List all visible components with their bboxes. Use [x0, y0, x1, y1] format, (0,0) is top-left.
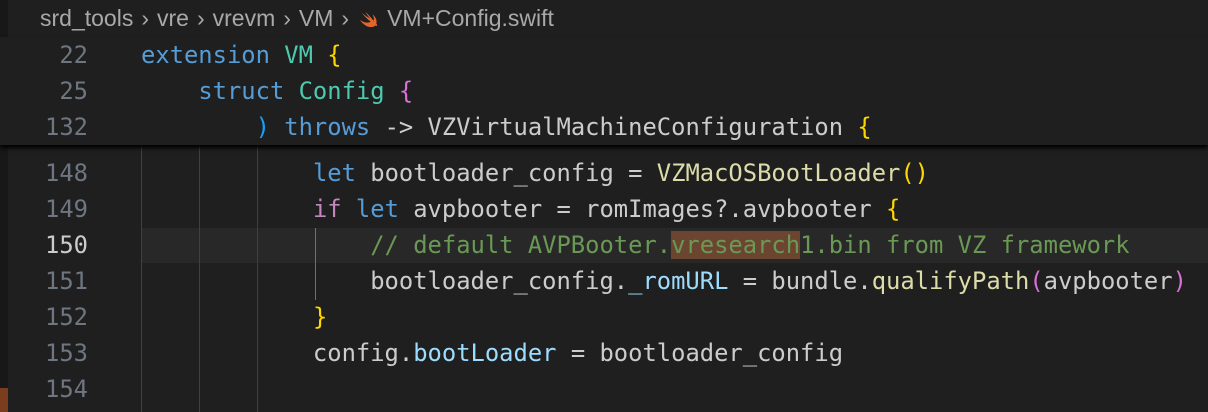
code-token: qualifyPath [871, 267, 1030, 295]
code-token: if [312, 195, 356, 223]
chevron-right-icon: › [341, 5, 350, 31]
line-number: 152 [45, 303, 88, 331]
code-line[interactable]: 149 if let avpbooter = romImages?.avpboo… [0, 191, 1208, 227]
line-number: 148 [45, 159, 88, 187]
code-text: bootloader_config._romURL = bundle.quali… [141, 263, 1187, 299]
breadcrumb-item[interactable]: VM [299, 5, 334, 31]
line-number: 149 [45, 195, 88, 223]
code-token: bootloader_config. [141, 267, 629, 295]
code-token: ( [1029, 267, 1044, 295]
breadcrumb-item[interactable]: srd_tools [40, 5, 133, 31]
code-token: _romURL [628, 267, 729, 295]
code-line[interactable]: 25 struct Config { [0, 73, 1208, 109]
chevron-right-icon: › [196, 5, 205, 31]
code-token: bootloader_config = [355, 159, 657, 187]
line-number: 153 [45, 339, 88, 367]
breadcrumb-item[interactable]: vrevm [213, 5, 276, 31]
code-token: -> VZVirtualMachineConfiguration [370, 113, 858, 141]
code-line[interactable]: 153 config.bootLoader = bootloader_confi… [0, 335, 1208, 371]
code-line[interactable]: 22 extension VM { [0, 37, 1208, 73]
code-token: ) [1172, 267, 1187, 295]
line-number: 132 [45, 113, 88, 141]
code-token: // default AVPBooter. [370, 231, 672, 259]
code-token: throws [269, 113, 371, 141]
code-token: { [857, 113, 872, 141]
code-token: config. [141, 339, 414, 367]
search-match: vresearch [671, 231, 801, 259]
code-token: { [312, 41, 342, 69]
code-token: bootLoader [413, 339, 557, 367]
code-text: config.bootLoader = bootloader_config [141, 335, 843, 371]
code-text: } [141, 299, 327, 335]
code-token: VZMacOSBootLoader [656, 159, 901, 187]
code-text: struct Config { [141, 73, 413, 109]
code-line[interactable]: 148 let bootloader_config = VZMacOSBootL… [0, 155, 1208, 191]
line-number: 154 [45, 375, 88, 403]
breadcrumb: srd_tools › vre › vrevm › VM › VM+Config.swift [40, 0, 554, 36]
code-line[interactable]: 152 } [0, 299, 1208, 335]
line-number: 150 [45, 231, 88, 259]
breadcrumb-item[interactable]: vre [157, 5, 189, 31]
code-text: if let avpbooter = romImages?.avpbooter … [141, 191, 900, 227]
code-line[interactable]: 151 bootloader_config._romURL = bundle.q… [0, 263, 1208, 299]
code-token: ) [255, 113, 270, 141]
code-token: let [312, 159, 356, 187]
code-line[interactable]: 132 ) throws -> VZVirtualMachineConfigur… [0, 109, 1208, 145]
code-token: } [312, 303, 328, 331]
code-text: ) throws -> VZVirtualMachineConfiguratio… [141, 109, 872, 145]
code-token: avpbooter [1043, 267, 1173, 295]
code-token: let [355, 195, 399, 223]
code-text: // default AVPBooter.vresearch1.bin from… [141, 227, 1130, 263]
line-number: 151 [45, 267, 88, 295]
code-token: struct [198, 77, 299, 105]
code-token: = bundle. [728, 267, 872, 295]
code-line[interactable]: 150 // default AVPBooter.vresearch1.bin … [0, 227, 1208, 263]
swift-file-icon [359, 11, 378, 28]
code-token: avpbooter = romImages?.avpbooter [398, 195, 887, 223]
code-line[interactable]: 154 [0, 371, 1208, 407]
code-token: = bootloader_config [556, 339, 844, 367]
code-token: Config [298, 77, 385, 105]
code-text: extension VM { [141, 37, 342, 73]
code-token: VM [284, 41, 313, 69]
line-number: 22 [59, 41, 88, 69]
chevron-right-icon: › [283, 5, 291, 31]
code-token: extension [141, 41, 285, 69]
code-token: { [886, 195, 901, 223]
chevron-right-icon: › [141, 5, 149, 31]
code-token: 1.bin from VZ framework [800, 231, 1130, 259]
code-text: let bootloader_config = VZMacOSBootLoade… [141, 155, 929, 191]
code-token: () [900, 159, 930, 187]
line-number: 25 [59, 77, 88, 105]
sticky-scroll[interactable]: 22 extension VM {25 struct Config {132 ) … [0, 37, 1208, 145]
breadcrumb-file[interactable]: VM+Config.swift [387, 5, 554, 31]
code-token: { [384, 77, 414, 105]
